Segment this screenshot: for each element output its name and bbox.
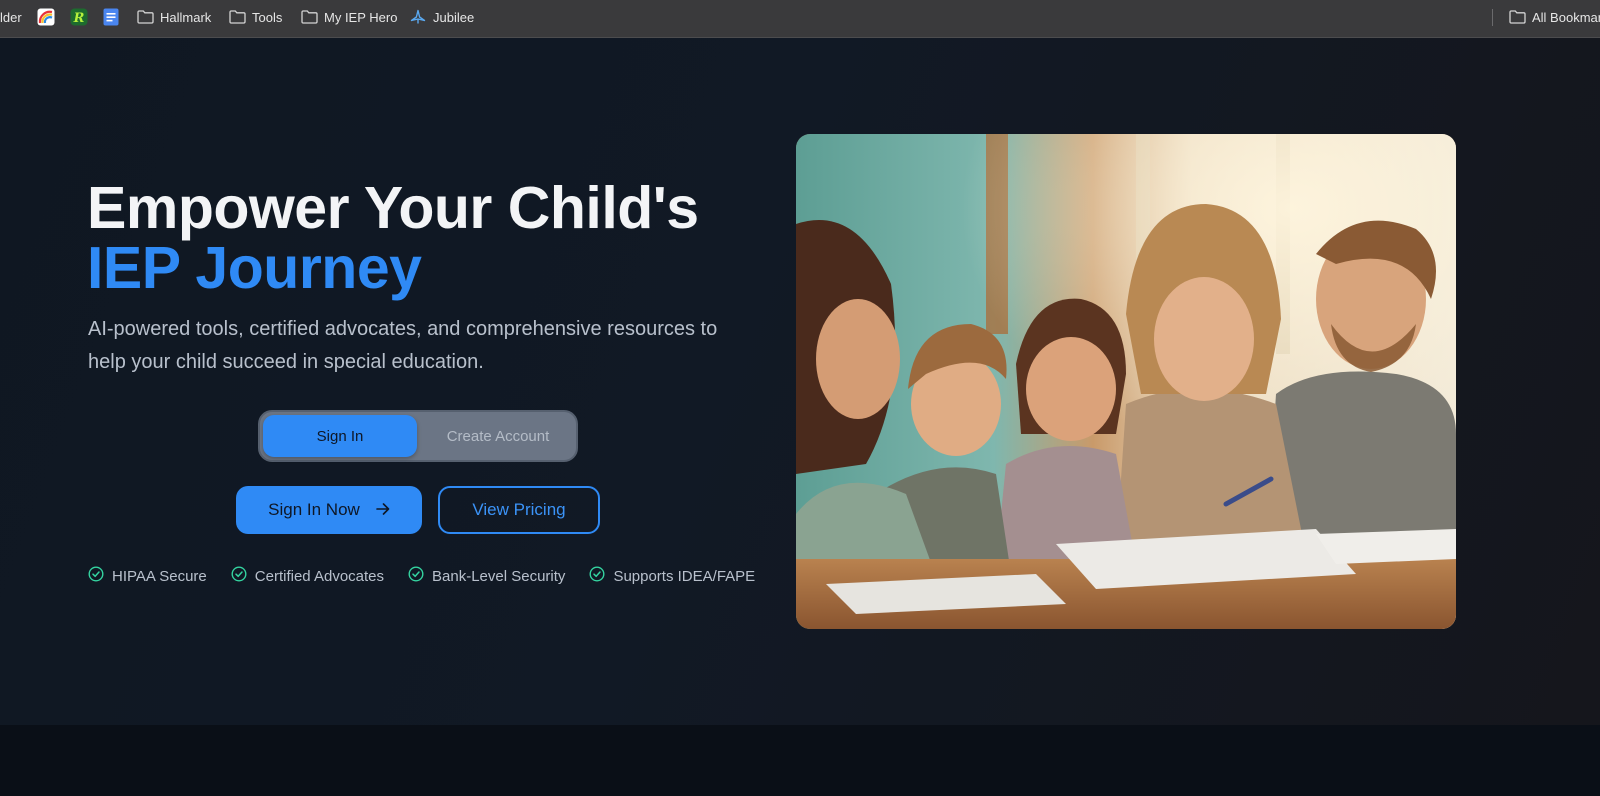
bookmark-tools[interactable]: Tools [228,0,282,34]
badge-label: Certified Advocates [254,567,385,585]
bookmark-jubilee[interactable]: Jubilee [409,0,474,34]
arrow-right-icon [376,500,390,520]
view-pricing-button[interactable]: View Pricing [438,486,600,534]
auth-toggle: Sign In Create Account [258,410,578,462]
bookmark-folder-partial[interactable]: lder [0,0,22,34]
rainbow-site-icon [37,8,55,26]
svg-text:R: R [73,11,85,26]
badge-idea-fape: Supports IDEA/FAPE [589,566,755,586]
bookmark-label: lder [0,9,22,25]
badge-label: Supports IDEA/FAPE [613,567,756,585]
sign-in-tab[interactable]: Sign In [263,415,417,457]
google-docs-icon [102,8,120,26]
bookmark-rainbow-site[interactable] [37,0,55,34]
check-circle-icon [231,566,247,586]
folder-icon [228,8,246,26]
bookmark-my-iep-hero[interactable]: My IEP Hero [300,0,397,34]
bookmarks-bar: lder R Hallmark Tools My IEP Hero Jubile… [0,0,1600,38]
badge-security: Bank-Level Security [408,566,565,586]
hero-subtitle: AI-powered tools, certified advocates, a… [88,318,718,373]
bookmark-hallmark[interactable]: Hallmark [136,0,211,34]
check-circle-icon [589,566,605,586]
jubilee-logo-icon [409,8,427,26]
badge-advocates: Certified Advocates [231,566,384,586]
r-logo-icon: R [70,8,88,26]
bookmark-label: Jubilee [433,9,475,25]
family-photo [796,134,1456,629]
bookmark-label: My IEP Hero [324,9,398,25]
all-bookmarks-button[interactable]: All Bookmar [1508,0,1600,34]
folder-icon [300,8,318,26]
bookmarks-divider [1492,9,1493,26]
bookmark-r-site[interactable]: R [70,0,88,34]
sign-in-now-button[interactable]: Sign In Now [236,486,422,534]
trust-badges: HIPAA Secure Certified Advocates Bank-Le… [88,565,755,587]
hero-title-highlight: IEP Journey [87,235,422,301]
hero-title: Empower Your Child's [87,175,699,241]
bookmark-label: Hallmark [160,9,212,25]
all-bookmarks-label: All Bookmar [1532,9,1600,25]
check-circle-icon [408,566,424,586]
view-pricing-label: View Pricing [472,500,566,519]
sign-in-now-label: Sign In Now [268,500,360,519]
check-circle-icon [88,566,104,586]
folder-icon [136,8,154,26]
badge-hipaa: HIPAA Secure [88,566,207,586]
folder-icon [1508,8,1526,26]
badge-label: Bank-Level Security [432,567,566,585]
bookmark-docs[interactable] [102,0,120,34]
next-section [0,725,1600,796]
bookmark-label: Tools [252,9,283,25]
create-account-tab[interactable]: Create Account [421,415,575,457]
badge-label: HIPAA Secure [112,567,207,585]
